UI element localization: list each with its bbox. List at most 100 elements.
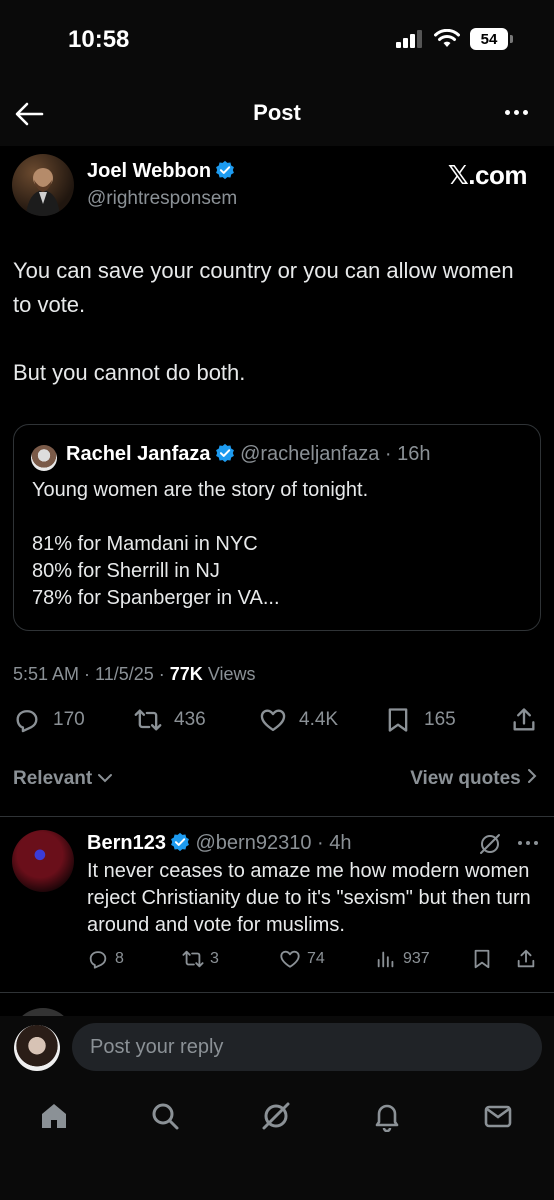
more-options-icon[interactable] <box>505 110 528 115</box>
status-icons: 54 <box>396 28 513 50</box>
quote-handle: @racheljanfaza <box>240 443 380 465</box>
reply-bookmark-button[interactable] <box>471 948 493 970</box>
tab-home[interactable] <box>38 1100 74 1136</box>
page-title: Post <box>253 100 301 125</box>
heart-icon <box>280 950 300 968</box>
grok-icon[interactable] <box>478 832 502 856</box>
reply-text: It never ceases to amaze me how modern w… <box>87 860 531 936</box>
tab-search[interactable] <box>149 1100 185 1136</box>
quote-header: Rachel Janfaza @racheljanfaza · 16h <box>66 443 431 466</box>
post-timestamp: 5:51 AM · 11/5/25 · 77K Views <box>13 664 256 684</box>
search-icon <box>152 1103 179 1130</box>
post-date: 11/5/25 <box>95 664 154 684</box>
views-count[interactable]: 77K <box>170 664 203 684</box>
quoted-post[interactable]: Rachel Janfaza @racheljanfaza · 16h Youn… <box>13 424 541 631</box>
author-name[interactable]: Joel Webbon <box>87 160 211 182</box>
reply-sort-row: Relevant View quotes <box>13 768 538 796</box>
view-quotes-label: View quotes <box>410 768 521 789</box>
reply-actions: 8 3 74 937 <box>87 948 542 976</box>
reply-views-button[interactable]: 937 <box>375 948 430 970</box>
post-body: You can save your country or you can all… <box>13 254 533 390</box>
reply-reply-count: 8 <box>115 950 124 967</box>
author-name-row[interactable]: Joel Webbon <box>87 160 235 183</box>
bottom-tab-bar <box>0 1080 554 1200</box>
post-author: Joel Webbon @rightresponsem 𝕏.com <box>12 154 542 218</box>
bookmark-count: 165 <box>424 709 456 730</box>
separator-dot: · <box>379 443 398 465</box>
reply-count: 170 <box>53 709 85 730</box>
bookmark-button[interactable]: 165 <box>384 706 456 734</box>
author-handle[interactable]: @rightresponsem <box>87 188 237 210</box>
reply-share-button[interactable] <box>515 948 537 970</box>
repost-icon <box>182 950 204 968</box>
sort-label: Relevant <box>13 768 93 789</box>
reply-like-count: 74 <box>307 950 325 967</box>
reply-item[interactable]: Bern123 @bern92310 · 4h It never ceases … <box>0 830 554 980</box>
battery-indicator: 54 <box>470 28 513 50</box>
reply-avatar[interactable] <box>12 830 74 892</box>
share-icon <box>513 708 535 731</box>
quote-author-name: Rachel Janfaza <box>66 443 211 465</box>
divider <box>0 992 554 993</box>
repost-button[interactable]: 436 <box>134 706 206 734</box>
chevron-right-icon <box>528 769 537 783</box>
top-nav: Post <box>0 80 554 146</box>
like-button[interactable]: 4.4K <box>259 706 338 734</box>
tab-grok[interactable] <box>260 1100 296 1136</box>
verified-badge-icon <box>215 443 234 463</box>
reply-header: Bern123 @bern92310 · 4h <box>87 832 351 855</box>
next-reply-peek[interactable] <box>0 996 554 1016</box>
reply-repost-count: 3 <box>210 950 219 967</box>
divider <box>0 816 554 817</box>
post-time: 5:51 AM <box>13 664 80 684</box>
reply-time: 4h <box>329 832 352 854</box>
reply-more-icon[interactable] <box>518 841 538 845</box>
grok-icon <box>262 1102 290 1130</box>
reply-handle[interactable]: @bern92310 <box>196 832 312 854</box>
author-avatar[interactable] <box>12 154 74 216</box>
tab-messages[interactable] <box>482 1100 518 1136</box>
reply-author-name[interactable]: Bern123 <box>87 832 166 854</box>
quote-body: Young women are the story of tonight. 81… <box>32 477 532 612</box>
post-actions: 170 436 4.4K 165 <box>0 706 554 746</box>
like-count: 4.4K <box>299 709 339 730</box>
reply-repost-button[interactable]: 3 <box>182 948 219 970</box>
reply-like-button[interactable]: 74 <box>279 948 325 970</box>
reply-input[interactable] <box>72 1023 542 1071</box>
reply-button[interactable]: 170 <box>13 706 85 734</box>
post-paragraph: You can save your country or you can all… <box>13 258 514 317</box>
chevron-down-icon <box>98 774 113 783</box>
verified-badge-icon <box>216 160 235 180</box>
bookmark-icon <box>388 708 408 732</box>
view-quotes-link[interactable]: View quotes <box>410 768 538 790</box>
heart-icon <box>260 709 286 732</box>
reply-composer <box>0 1016 554 1080</box>
views-label: Views <box>207 664 256 684</box>
mail-icon <box>484 1105 512 1128</box>
reply-icon <box>16 710 38 733</box>
signal-icon <box>396 30 422 48</box>
xcom-watermark: 𝕏.com <box>447 160 528 190</box>
verified-badge-icon <box>171 832 189 852</box>
analytics-icon <box>377 951 394 968</box>
next-reply-avatar <box>12 1008 74 1016</box>
quote-avatar <box>31 445 57 471</box>
repost-icon <box>134 709 162 731</box>
quote-line: 78% for Spanberger in VA... <box>32 587 280 609</box>
status-time: 10:58 <box>68 26 130 53</box>
quote-line: 80% for Sherrill in NJ <box>32 560 220 582</box>
current-user-avatar[interactable] <box>14 1025 60 1071</box>
reply-reply-button[interactable]: 8 <box>87 948 124 970</box>
separator-dot: · <box>311 832 330 854</box>
share-button[interactable] <box>510 706 538 734</box>
tab-notifications[interactable] <box>371 1100 407 1136</box>
status-bar: 10:58 54 <box>0 0 554 80</box>
quote-line: 81% for Mamdani in NYC <box>32 533 258 555</box>
sort-dropdown[interactable]: Relevant <box>13 768 113 790</box>
quote-time: 16h <box>397 443 431 465</box>
share-icon <box>517 949 535 968</box>
bell-icon <box>375 1104 399 1133</box>
reply-icon <box>89 951 107 969</box>
repost-count: 436 <box>174 709 206 730</box>
bookmark-icon <box>474 949 490 969</box>
